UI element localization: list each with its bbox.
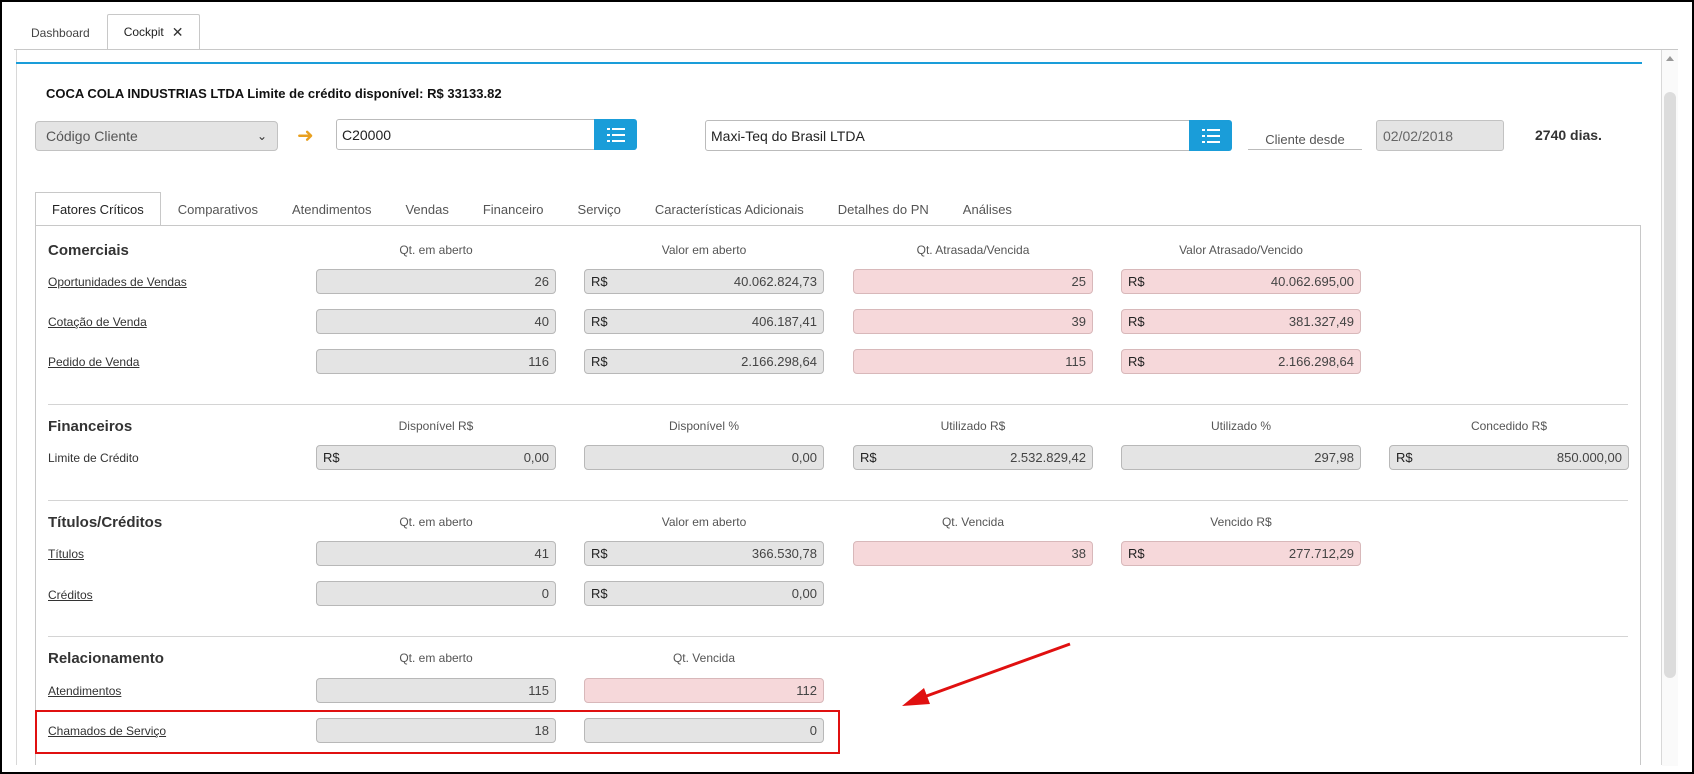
tab-content-panel bbox=[35, 225, 1641, 765]
qt-vencida-field: 112 bbox=[584, 678, 824, 703]
utilizado-rs-field: R$ 2.532.829,42 bbox=[853, 445, 1093, 470]
search-type-select[interactable]: Código Cliente ⌄ bbox=[35, 121, 278, 151]
valor-atrasado-field: R$ 2.166.298,64 bbox=[1121, 349, 1361, 374]
valor-aberto-field: R$ 2.166.298,64 bbox=[584, 349, 824, 374]
cliente-desde-label: Cliente desde bbox=[1248, 129, 1362, 150]
label-limite-credito: Limite de Crédito bbox=[48, 451, 139, 465]
column-header: Vencido R$ bbox=[1210, 515, 1272, 529]
link-atendimentos[interactable]: Atendimentos bbox=[48, 684, 121, 698]
qt-atrasada-field: 39 bbox=[853, 309, 1093, 334]
tab-servico[interactable]: Serviço bbox=[561, 192, 638, 226]
tab-dashboard[interactable]: Dashboard bbox=[14, 14, 107, 50]
page-title: COCA COLA INDUSTRIAS LTDA Limite de créd… bbox=[46, 86, 502, 101]
client-name-input[interactable]: Maxi-Teq do Brasil LTDA bbox=[705, 120, 1191, 151]
column-header: Valor em aberto bbox=[661, 243, 747, 257]
qt-aberto-field: 115 bbox=[316, 678, 556, 703]
column-header: Disponível R$ bbox=[398, 419, 474, 433]
tab-analises[interactable]: Análises bbox=[946, 192, 1029, 226]
section-divider bbox=[48, 500, 1628, 501]
section-title-relacionamento: Relacionamento bbox=[48, 650, 164, 667]
list-icon bbox=[606, 127, 625, 142]
cliente-desde-date: 02/02/2018 bbox=[1376, 120, 1504, 151]
list-icon bbox=[1201, 128, 1220, 143]
client-code-input[interactable]: C20000 bbox=[336, 119, 595, 150]
date-value: 02/02/2018 bbox=[1383, 127, 1454, 144]
select-value: Código Cliente bbox=[46, 128, 138, 144]
column-header: Qt. Vencida bbox=[941, 515, 1005, 529]
close-icon[interactable]: ✕ bbox=[172, 24, 184, 41]
qt-aberto-field: 116 bbox=[316, 349, 556, 374]
column-header: Qt. em aberto bbox=[399, 243, 473, 257]
qt-atrasada-field: 25 bbox=[853, 269, 1093, 294]
qt-aberto-field: 41 bbox=[316, 541, 556, 566]
disponivel-pct-field: 0,00 bbox=[584, 445, 824, 470]
annotation-highlight-box bbox=[35, 710, 840, 754]
section-title-titulos: Títulos/Créditos bbox=[48, 514, 163, 531]
column-header: Qt. Vencida bbox=[672, 651, 736, 665]
column-header: Concedido R$ bbox=[1470, 419, 1548, 433]
tab-caracteristicas-adicionais[interactable]: Características Adicionais bbox=[638, 192, 821, 226]
qt-aberto-field: 40 bbox=[316, 309, 556, 334]
arrow-right-icon: ➜ bbox=[297, 125, 314, 147]
link-cotacao-venda[interactable]: Cotação de Venda bbox=[48, 315, 147, 329]
section-title-comerciais: Comerciais bbox=[48, 242, 129, 259]
column-header: Qt. em aberto bbox=[399, 651, 473, 665]
link-pedido-venda[interactable]: Pedido de Venda bbox=[48, 355, 139, 369]
tab-cockpit[interactable]: Cockpit ✕ bbox=[106, 14, 201, 50]
column-header: Valor Atrasado/Vencido bbox=[1179, 243, 1303, 257]
tab-financeiro[interactable]: Financeiro bbox=[466, 192, 561, 226]
section-title-financeiros: Financeiros bbox=[48, 418, 133, 435]
qt-aberto-field: 26 bbox=[316, 269, 556, 294]
disponivel-rs-field: R$ 0,00 bbox=[316, 445, 556, 470]
column-header: Qt. em aberto bbox=[399, 515, 473, 529]
link-oportunidades-vendas[interactable]: Oportunidades de Vendas bbox=[48, 275, 187, 289]
days-count: 2740 dias. bbox=[1535, 127, 1602, 143]
tab-label: Dashboard bbox=[31, 25, 90, 40]
tab-fatores-criticos[interactable]: Fatores Críticos bbox=[35, 192, 161, 226]
client-code-list-button[interactable] bbox=[594, 119, 637, 150]
section-tab-bar: Fatores Críticos Comparativos Atendiment… bbox=[35, 192, 1029, 226]
valor-aberto-field: R$ 406.187,41 bbox=[584, 309, 824, 334]
tab-detalhes-pn[interactable]: Detalhes do PN bbox=[821, 192, 946, 226]
section-divider bbox=[48, 404, 1628, 405]
valor-aberto-field: R$ 0,00 bbox=[584, 581, 824, 606]
qt-atrasada-field: 115 bbox=[853, 349, 1093, 374]
valor-aberto-field: R$ 40.062.824,73 bbox=[584, 269, 824, 294]
link-titulos[interactable]: Títulos bbox=[48, 547, 84, 561]
tab-label: Cockpit bbox=[123, 25, 164, 39]
column-header: Disponível % bbox=[668, 419, 740, 433]
column-header: Utilizado % bbox=[1210, 419, 1272, 433]
column-header: Qt. Atrasada/Vencida bbox=[916, 243, 1030, 257]
client-name-list-button[interactable] bbox=[1189, 120, 1232, 151]
top-tab-bar: Dashboard Cockpit ✕ bbox=[14, 14, 201, 50]
valor-aberto-field: R$ 366.530,78 bbox=[584, 541, 824, 566]
annotation-arrow-icon bbox=[902, 642, 1071, 706]
column-header: Valor em aberto bbox=[661, 515, 747, 529]
tab-atendimentos[interactable]: Atendimentos bbox=[275, 192, 389, 226]
client-code-value: C20000 bbox=[342, 126, 392, 143]
valor-atrasado-field: R$ 40.062.695,00 bbox=[1121, 269, 1361, 294]
qt-vencida-field: 38 bbox=[853, 541, 1093, 566]
tab-vendas[interactable]: Vendas bbox=[388, 192, 465, 226]
concedido-rs-field: R$ 850.000,00 bbox=[1389, 445, 1629, 470]
chevron-down-icon: ⌄ bbox=[256, 129, 267, 143]
vencido-rs-field: R$ 277.712,29 bbox=[1121, 541, 1361, 566]
column-header: Utilizado R$ bbox=[940, 419, 1006, 433]
valor-atrasado-field: R$ 381.327,49 bbox=[1121, 309, 1361, 334]
client-name-value: Maxi-Teq do Brasil LTDA bbox=[711, 127, 865, 144]
tab-comparativos[interactable]: Comparativos bbox=[161, 192, 275, 226]
scroll-up-icon[interactable] bbox=[1666, 56, 1674, 61]
section-divider bbox=[48, 636, 1628, 637]
accent-divider bbox=[16, 62, 1642, 64]
utilizado-pct-field: 297,98 bbox=[1121, 445, 1361, 470]
scrollbar-thumb[interactable] bbox=[1664, 92, 1676, 678]
qt-aberto-field: 0 bbox=[316, 581, 556, 606]
link-creditos[interactable]: Créditos bbox=[48, 588, 93, 602]
